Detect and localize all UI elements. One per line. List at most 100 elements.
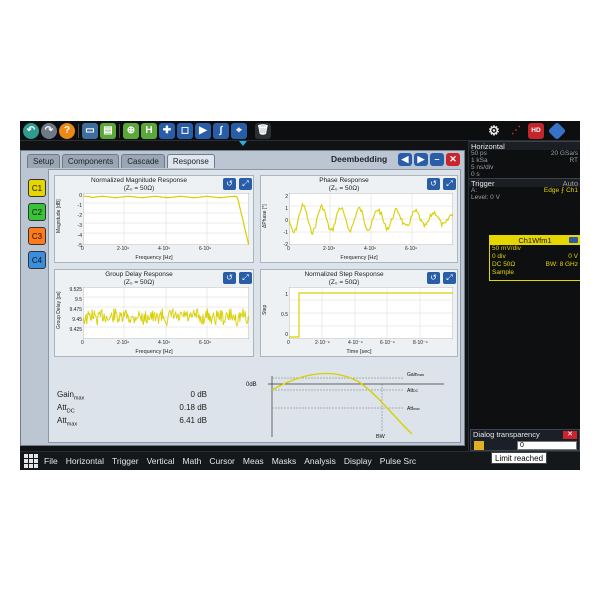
stat-label: Att xyxy=(57,403,67,412)
stat-label: Att xyxy=(57,416,67,425)
stat-row: Gainmax 0 dB xyxy=(57,388,207,402)
x-tick: 6·10⁹ xyxy=(405,246,418,252)
slider-handle-icon[interactable] xyxy=(474,441,484,450)
h-value: 50 ps xyxy=(471,150,487,157)
diagram-sub: max xyxy=(418,373,425,377)
menu-analysis[interactable]: Analysis xyxy=(300,452,340,471)
minimize-icon[interactable] xyxy=(569,237,578,243)
menu-pulse-src[interactable]: Pulse Src xyxy=(376,452,420,471)
ch-value: 0 V xyxy=(568,253,578,260)
plot-subtitle: (Z₀ = 50Ω) xyxy=(328,278,360,286)
horizontal-row: 0 s xyxy=(469,171,580,178)
t-value: Edge ⨍ Ch1 xyxy=(543,187,578,194)
t-value: A: xyxy=(471,187,478,194)
search-icon[interactable]: ⌖ xyxy=(231,123,247,139)
y-tick: 0 xyxy=(285,218,288,224)
plot-title: Normalized Magnitude Response xyxy=(90,177,188,184)
tab-response[interactable]: Response xyxy=(166,154,215,168)
channel-row: DC 50Ω BW: 8 GHz xyxy=(490,261,580,269)
channel-c4-button[interactable]: C4 xyxy=(28,251,46,269)
x-tick: 2·10⁹ xyxy=(117,246,130,252)
minimize-icon[interactable]: – xyxy=(430,153,444,166)
zoom-icon[interactable]: ⊕ xyxy=(123,123,139,139)
horizontal-title[interactable]: Horizontal xyxy=(469,141,580,151)
expand-icon[interactable]: ⤢ xyxy=(239,178,252,190)
reset-icon[interactable]: ↺ xyxy=(223,272,236,284)
menu-vertical[interactable]: Vertical xyxy=(143,452,179,471)
menu-math[interactable]: Math xyxy=(178,452,205,471)
stat-row: Attmax 6.41 dB xyxy=(57,414,207,428)
y-tick: 9.5 xyxy=(75,297,82,303)
gear-icon[interactable]: ⚙ xyxy=(486,123,502,139)
marker-icon[interactable]: ∫ xyxy=(213,123,229,139)
tab-setup[interactable]: Setup xyxy=(27,154,60,168)
expand-icon[interactable]: ⤢ xyxy=(443,178,456,190)
close-icon[interactable]: ✕ xyxy=(446,153,460,166)
y-tick: 9.45 xyxy=(72,317,82,323)
hist-icon[interactable]: H xyxy=(141,123,157,139)
channel-waveform-box[interactable]: Ch1Wfm1 50 mV/div 0 div 0 V DC 50Ω BW: 8 G… xyxy=(489,235,580,281)
dialog-transparency-panel: Dialog transparency ✕ 0 xyxy=(470,429,580,451)
signal-icon: ⋰ xyxy=(511,125,521,136)
undo-icon[interactable]: ↶ xyxy=(23,123,39,139)
menu-masks[interactable]: Masks xyxy=(268,452,301,471)
diagram-sub: DC xyxy=(413,389,419,393)
channel-c3-button[interactable]: C3 xyxy=(28,227,46,245)
h-value: 1 kSa xyxy=(471,157,488,164)
response-stats: Gainmax 0 dB AttDC 0.18 dB Attmax 6.41 dB xyxy=(57,388,207,428)
svg-text:Gainmax: Gainmax xyxy=(407,372,424,378)
y-tick: -2 xyxy=(77,213,82,219)
top-toolbar: ↶ ↷ ? ▭ ▤ ⊕ H ✚ ◻ ▶ ∫ ⌖ 🗑 ⚙ ⋰ HD xyxy=(20,121,580,146)
transparency-value[interactable]: 0 xyxy=(517,441,577,450)
stat-sub: max xyxy=(66,421,78,428)
x-tick: 6·10⁻⁹ xyxy=(380,340,395,346)
redo-icon[interactable]: ↷ xyxy=(41,123,57,139)
reset-icon[interactable]: ↺ xyxy=(427,178,440,190)
folder-icon[interactable]: ▭ xyxy=(82,123,98,139)
plot-subtitle: (Z₀ = 50Ω) xyxy=(123,278,155,286)
menu-meas[interactable]: Meas xyxy=(239,452,268,471)
apps-grid-icon[interactable] xyxy=(22,452,40,471)
plot-subtitle: (Z₀ = 50Ω) xyxy=(328,184,360,192)
expand-icon[interactable]: ⤢ xyxy=(443,272,456,284)
menu-display[interactable]: Display xyxy=(340,452,376,471)
help-icon[interactable]: ? xyxy=(59,123,75,139)
reset-icon[interactable]: ↺ xyxy=(427,272,440,284)
trigger-header[interactable]: Trigger Auto xyxy=(469,178,580,188)
zero-db-label: 0dB xyxy=(246,382,257,388)
channel-c1-button[interactable]: C1 xyxy=(28,179,46,197)
horizontal-row: 5 ns/div xyxy=(469,164,580,171)
forward-icon[interactable]: ▶ xyxy=(414,153,428,166)
tab-components[interactable]: Components xyxy=(61,154,120,168)
menu-cursor[interactable]: Cursor xyxy=(205,452,239,471)
close-icon[interactable]: ✕ xyxy=(563,431,577,439)
y-axis-label: Group Delay [ps] xyxy=(56,291,62,329)
tab-cascade[interactable]: Cascade xyxy=(121,154,165,168)
mask-icon[interactable]: ◻ xyxy=(177,123,193,139)
channel-box-title: Ch1Wfm1 xyxy=(518,236,552,245)
plot-title: Group Delay Response xyxy=(105,271,173,278)
dialog-title: Deembedding xyxy=(331,154,388,164)
ch-value: Sample xyxy=(492,269,515,276)
svg-text:Attmax: Attmax xyxy=(407,406,420,412)
ch-value: 0 div xyxy=(492,253,506,260)
meas-icon[interactable]: ▶ xyxy=(195,123,211,139)
expand-icon[interactable]: ⤢ xyxy=(239,272,252,284)
menu-trigger[interactable]: Trigger xyxy=(108,452,143,471)
horizontal-row: 50 ps 20 GSa/s xyxy=(469,150,580,157)
save-icon[interactable]: ▤ xyxy=(100,123,116,139)
menu-file[interactable]: File xyxy=(40,452,62,471)
back-icon[interactable]: ◀ xyxy=(398,153,412,166)
hd-icon: HD xyxy=(528,123,544,139)
x-tick: 4·10⁻⁹ xyxy=(348,340,363,346)
menu-horizontal[interactable]: Horizontal xyxy=(62,452,108,471)
rs-logo-icon xyxy=(547,121,567,141)
trash-icon[interactable]: 🗑 xyxy=(255,123,271,139)
cursor-icon[interactable]: ✚ xyxy=(159,123,175,139)
ch-value: BW: 8 GHz xyxy=(545,261,578,268)
channel-c2-button[interactable]: C2 xyxy=(28,203,46,221)
ch-value: 50 mV/div xyxy=(492,245,521,252)
y-tick: -4 xyxy=(77,233,82,239)
reset-icon[interactable]: ↺ xyxy=(223,178,236,190)
horizontal-row: 1 kSa RT xyxy=(469,157,580,164)
